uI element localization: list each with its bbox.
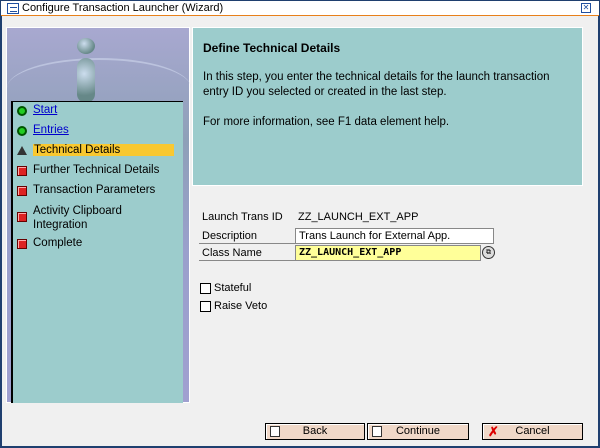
window-icon	[7, 2, 19, 14]
close-icon[interactable]: ✕	[581, 3, 591, 13]
step-technical-details: Technical Details	[13, 142, 183, 162]
description-label: Description	[199, 228, 295, 244]
stateful-label: Stateful	[214, 282, 252, 294]
step-description-panel: Define Technical Details In this step, y…	[192, 27, 583, 186]
cancel-label: Cancel	[515, 425, 550, 437]
stateful-checkbox[interactable]: Stateful	[200, 282, 251, 294]
cancel-x-icon: ✗	[488, 424, 499, 439]
help-hint: For more information, see F1 data elemen…	[203, 116, 450, 128]
step-link[interactable]: Entries	[33, 124, 69, 136]
green-light-icon	[17, 106, 27, 116]
step-complete: Complete	[13, 235, 183, 255]
class-name-label: Class Name	[199, 245, 295, 261]
continue-label: Continue	[395, 425, 441, 437]
water-column-decoration	[77, 58, 95, 103]
checkbox-box[interactable]	[200, 282, 211, 294]
water-drop-decoration	[77, 38, 95, 54]
red-light-icon	[17, 212, 27, 222]
red-light-icon	[17, 166, 27, 176]
warning-triangle-icon	[17, 146, 27, 155]
step-description: In this step, you enter the technical de…	[203, 71, 550, 98]
cancel-button[interactable]: ✗ Cancel	[482, 423, 583, 440]
back-button[interactable]: Back	[265, 423, 365, 440]
step-label: Technical Details	[33, 144, 174, 156]
description-input[interactable]: Trans Launch for External App.	[295, 227, 494, 244]
class-name-input[interactable]: ZZ_LAUNCH_EXT_APP	[295, 244, 481, 261]
step-entries[interactable]: Entries	[13, 122, 183, 142]
step-further-technical-details: Further Technical Details	[13, 162, 183, 182]
continue-icon	[372, 426, 382, 437]
step-label: Complete	[33, 237, 83, 249]
step-transaction-parameters: Transaction Parameters	[13, 182, 183, 202]
raise-veto-checkbox[interactable]: Raise Veto	[200, 300, 267, 312]
step-activity-clipboard: Activity Clipboard Integration	[13, 202, 183, 235]
value-help-icon[interactable]: ⧉	[482, 246, 495, 259]
technical-details-form: Launch Trans ID ZZ_LAUNCH_EXT_APP Descrip…	[199, 208, 495, 261]
checkbox-box[interactable]	[200, 300, 211, 312]
red-light-icon	[17, 186, 27, 196]
window-title: Configure Transaction Launcher (Wizard)	[22, 2, 224, 14]
red-light-icon	[17, 239, 27, 249]
title-bar: Configure Transaction Launcher (Wizard) …	[1, 1, 599, 16]
launch-id-value: ZZ_LAUNCH_EXT_APP	[298, 210, 419, 223]
step-start[interactable]: Start	[13, 102, 183, 122]
step-link[interactable]: Start	[33, 104, 57, 116]
back-label: Back	[302, 425, 328, 437]
raise-veto-label: Raise Veto	[214, 300, 268, 312]
continue-button[interactable]: Continue	[367, 423, 469, 440]
step-label: Transaction Parameters	[33, 184, 156, 196]
step-title: Define Technical Details	[203, 41, 341, 55]
wizard-steps: Start Entries Technical Details Further …	[11, 101, 183, 403]
launch-id-label: Launch Trans ID	[202, 210, 283, 223]
green-light-icon	[17, 126, 27, 136]
back-icon	[270, 426, 280, 437]
step-label: Activity Clipboard Integration	[33, 205, 122, 231]
step-label: Further Technical Details	[33, 164, 160, 176]
